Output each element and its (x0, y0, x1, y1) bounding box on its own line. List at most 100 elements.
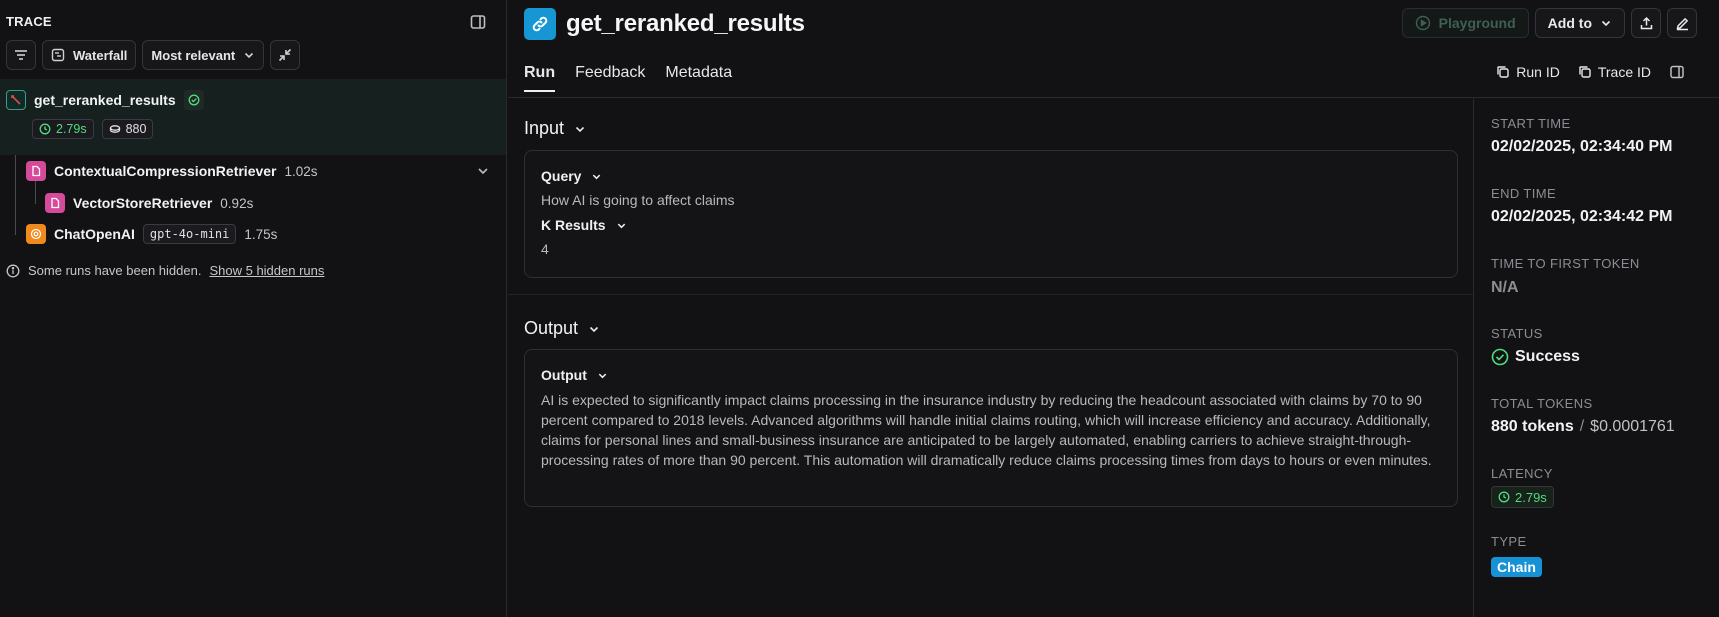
minimize-icon (278, 48, 292, 62)
chevron-down-icon[interactable] (476, 164, 490, 178)
waterfall-toggle[interactable]: Waterfall (42, 40, 137, 70)
node-name: VectorStoreRetriever (73, 195, 213, 211)
hidden-runs-text: Some runs have been hidden. (28, 263, 202, 278)
output-section-toggle[interactable]: Output (524, 318, 600, 339)
tokens-chip: 880 (101, 119, 154, 139)
trace-node-contextual-compression[interactable]: ContextualCompressionRetriever 1.02s (26, 161, 318, 181)
openai-icon (26, 224, 46, 244)
chevron-down-icon (243, 49, 255, 61)
play-icon (1415, 15, 1431, 31)
output-section-title: Output (524, 318, 579, 338)
check-circle-icon (1491, 348, 1509, 366)
node-name: ChatOpenAI (54, 226, 135, 242)
tab-bar: Run Feedback Metadata (524, 64, 732, 92)
root-metrics: 2.79s 880 (32, 119, 154, 139)
node-time: 0.92s (220, 195, 254, 211)
collapse-panel-icon[interactable] (469, 13, 489, 33)
k-results-field-toggle[interactable]: K Results (541, 217, 627, 233)
trace-root-row[interactable]: get_reranked_results 2.79s 880 (0, 79, 506, 155)
total-tokens-value: 880 tokens / $0.0001761 (1491, 418, 1675, 436)
tree-connector (35, 180, 36, 204)
copy-trace-id-button[interactable]: Trace ID (1578, 64, 1651, 80)
sidebar-toggle-icon[interactable] (1669, 64, 1685, 80)
sort-dropdown[interactable]: Most relevant (142, 40, 265, 70)
trace-node-chatopenai[interactable]: ChatOpenAI gpt-4o-mini 1.75s (26, 224, 277, 244)
run-metadata-sidebar: START TIME 02/02/2025, 02:34:40 PM END T… (1475, 98, 1719, 617)
chevron-down-icon (1600, 17, 1612, 29)
chevron-down-icon (616, 220, 627, 231)
chevron-down-icon (588, 323, 600, 335)
latency-value: 2.79s (56, 122, 87, 136)
root-node[interactable]: get_reranked_results (6, 90, 204, 110)
add-to-dropdown[interactable]: Add to (1534, 8, 1625, 38)
model-chip: gpt-4o-mini (142, 224, 237, 244)
sort-label: Most relevant (151, 47, 236, 63)
show-hidden-runs-link[interactable]: Show 5 hidden runs (209, 263, 324, 278)
k-results-label: K Results (541, 217, 606, 233)
status-text: Success (1515, 348, 1580, 365)
start-time-value: 02/02/2025, 02:34:40 PM (1491, 138, 1673, 155)
latency-chip: 2.79s (32, 119, 94, 139)
latency-badge: 2.79s (1491, 486, 1554, 508)
output-card: Output AI is expected to significantly i… (524, 349, 1458, 507)
waterfall-icon (51, 48, 65, 62)
chevron-down-icon (591, 171, 602, 182)
node-name: ContextualCompressionRetriever (54, 163, 277, 179)
hidden-runs-note: Some runs have been hidden. Show 5 hidde… (6, 263, 324, 278)
tab-feedback[interactable]: Feedback (575, 64, 645, 92)
io-content: Input Query How AI is going to affect cl… (508, 98, 1474, 617)
tab-metadata[interactable]: Metadata (665, 64, 732, 92)
page-title: get_reranked_results (566, 10, 805, 37)
chevron-down-icon (597, 370, 608, 381)
trace-panel: TRACE Waterfall Most relevant get_rerank… (0, 0, 507, 617)
id-buttons: Run ID Trace ID (1496, 64, 1685, 80)
node-time: 1.75s (244, 226, 278, 242)
upload-icon (1639, 16, 1654, 31)
query-field-toggle[interactable]: Query (541, 168, 602, 184)
trace-node-vectorstore[interactable]: VectorStoreRetriever 0.92s (45, 193, 253, 213)
total-tokens-label: TOTAL TOKENS (1491, 396, 1593, 411)
chevron-down-icon (574, 123, 586, 135)
pencil-icon (1675, 16, 1690, 31)
run-id-label: Run ID (1516, 64, 1560, 80)
end-time-label: END TIME (1491, 186, 1557, 201)
title-row: get_reranked_results (524, 8, 805, 40)
trace-id-label: Trace ID (1597, 64, 1651, 80)
tokens-count: 880 tokens (1491, 418, 1574, 435)
info-icon (6, 264, 20, 278)
link-icon (524, 8, 556, 40)
app: TRACE Waterfall Most relevant get_rerank… (0, 0, 1719, 617)
clock-icon (1498, 491, 1510, 503)
filter-button[interactable] (6, 40, 36, 70)
input-card: Query How AI is going to affect claims K… (524, 150, 1458, 278)
clock-icon (39, 123, 51, 135)
type-label: TYPE (1491, 534, 1527, 549)
run-detail: get_reranked_results Playground Add to R… (508, 0, 1719, 617)
latency-label: LATENCY (1491, 466, 1553, 481)
tokens-value: 880 (125, 122, 147, 136)
status-value: Success (1491, 348, 1580, 366)
collapse-all-button[interactable] (270, 40, 301, 70)
tokens-icon (109, 123, 121, 135)
copy-icon (1578, 65, 1592, 79)
output-field-toggle[interactable]: Output (541, 367, 608, 383)
copy-run-id-button[interactable]: Run ID (1496, 64, 1560, 80)
filter-icon (14, 48, 28, 62)
copy-icon (1496, 65, 1510, 79)
tab-run[interactable]: Run (524, 64, 556, 92)
share-button[interactable] (1631, 8, 1661, 38)
query-label: Query (541, 168, 582, 184)
input-section-title: Input (524, 118, 565, 138)
edit-button[interactable] (1667, 8, 1697, 38)
trace-toolbar: Waterfall Most relevant (6, 40, 301, 70)
input-section-toggle[interactable]: Input (524, 118, 586, 139)
divider (508, 294, 1473, 295)
output-text: AI is expected to significantly impact c… (541, 392, 1432, 468)
ttft-label: TIME TO FIRST TOKEN (1491, 256, 1640, 271)
ttft-value: N/A (1491, 279, 1519, 296)
k-results-value: 4 (541, 241, 549, 257)
playground-label: Playground (1438, 15, 1516, 31)
latency-text: 2.79s (1515, 489, 1547, 505)
playground-button[interactable]: Playground (1401, 8, 1529, 38)
cost-value: $0.0001761 (1590, 418, 1675, 435)
